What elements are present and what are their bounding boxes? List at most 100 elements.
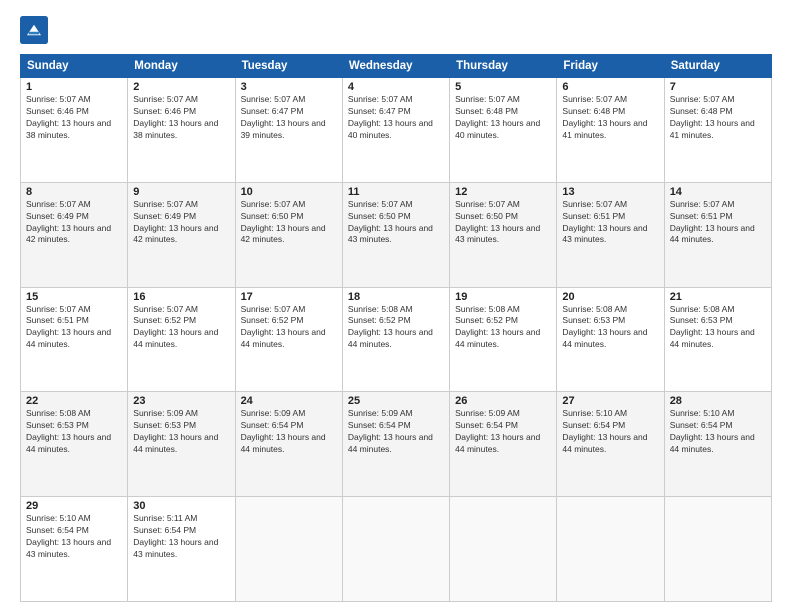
logo-icon <box>20 16 48 44</box>
day-info: Sunrise: 5:09 AMSunset: 6:54 PMDaylight:… <box>348 408 444 456</box>
day-info: Sunrise: 5:11 AMSunset: 6:54 PMDaylight:… <box>133 513 229 561</box>
day-number: 10 <box>241 186 337 198</box>
calendar-cell <box>235 497 342 602</box>
page: SundayMondayTuesdayWednesdayThursdayFrid… <box>0 0 792 612</box>
day-info: Sunrise: 5:07 AMSunset: 6:50 PMDaylight:… <box>348 199 444 247</box>
calendar-cell: 24Sunrise: 5:09 AMSunset: 6:54 PMDayligh… <box>235 392 342 497</box>
day-info: Sunrise: 5:07 AMSunset: 6:46 PMDaylight:… <box>26 94 122 142</box>
calendar-cell: 10Sunrise: 5:07 AMSunset: 6:50 PMDayligh… <box>235 182 342 287</box>
calendar-cell: 6Sunrise: 5:07 AMSunset: 6:48 PMDaylight… <box>557 78 664 183</box>
calendar-cell: 17Sunrise: 5:07 AMSunset: 6:52 PMDayligh… <box>235 287 342 392</box>
day-info: Sunrise: 5:10 AMSunset: 6:54 PMDaylight:… <box>26 513 122 561</box>
weekday-thursday: Thursday <box>450 55 557 78</box>
calendar-cell: 15Sunrise: 5:07 AMSunset: 6:51 PMDayligh… <box>21 287 128 392</box>
day-info: Sunrise: 5:07 AMSunset: 6:51 PMDaylight:… <box>26 304 122 352</box>
calendar-cell: 16Sunrise: 5:07 AMSunset: 6:52 PMDayligh… <box>128 287 235 392</box>
day-info: Sunrise: 5:07 AMSunset: 6:51 PMDaylight:… <box>670 199 766 247</box>
day-number: 25 <box>348 395 444 407</box>
header <box>20 16 772 44</box>
calendar-header: SundayMondayTuesdayWednesdayThursdayFrid… <box>21 55 772 78</box>
day-number: 17 <box>241 291 337 303</box>
day-info: Sunrise: 5:08 AMSunset: 6:53 PMDaylight:… <box>670 304 766 352</box>
weekday-monday: Monday <box>128 55 235 78</box>
day-number: 28 <box>670 395 766 407</box>
week-row-3: 22Sunrise: 5:08 AMSunset: 6:53 PMDayligh… <box>21 392 772 497</box>
calendar-cell: 9Sunrise: 5:07 AMSunset: 6:49 PMDaylight… <box>128 182 235 287</box>
logo <box>20 16 52 44</box>
weekday-header-row: SundayMondayTuesdayWednesdayThursdayFrid… <box>21 55 772 78</box>
weekday-saturday: Saturday <box>664 55 771 78</box>
calendar-cell: 18Sunrise: 5:08 AMSunset: 6:52 PMDayligh… <box>342 287 449 392</box>
day-info: Sunrise: 5:07 AMSunset: 6:48 PMDaylight:… <box>562 94 658 142</box>
day-number: 15 <box>26 291 122 303</box>
day-number: 26 <box>455 395 551 407</box>
calendar-cell: 22Sunrise: 5:08 AMSunset: 6:53 PMDayligh… <box>21 392 128 497</box>
day-number: 8 <box>26 186 122 198</box>
day-info: Sunrise: 5:07 AMSunset: 6:52 PMDaylight:… <box>133 304 229 352</box>
day-number: 1 <box>26 81 122 93</box>
calendar-cell: 19Sunrise: 5:08 AMSunset: 6:52 PMDayligh… <box>450 287 557 392</box>
day-number: 12 <box>455 186 551 198</box>
calendar-cell <box>664 497 771 602</box>
calendar-cell: 12Sunrise: 5:07 AMSunset: 6:50 PMDayligh… <box>450 182 557 287</box>
calendar-table: SundayMondayTuesdayWednesdayThursdayFrid… <box>20 54 772 602</box>
day-number: 14 <box>670 186 766 198</box>
day-number: 22 <box>26 395 122 407</box>
day-info: Sunrise: 5:08 AMSunset: 6:52 PMDaylight:… <box>348 304 444 352</box>
weekday-tuesday: Tuesday <box>235 55 342 78</box>
day-info: Sunrise: 5:08 AMSunset: 6:53 PMDaylight:… <box>26 408 122 456</box>
calendar-cell: 21Sunrise: 5:08 AMSunset: 6:53 PMDayligh… <box>664 287 771 392</box>
day-info: Sunrise: 5:07 AMSunset: 6:48 PMDaylight:… <box>670 94 766 142</box>
day-info: Sunrise: 5:07 AMSunset: 6:49 PMDaylight:… <box>133 199 229 247</box>
weekday-wednesday: Wednesday <box>342 55 449 78</box>
day-info: Sunrise: 5:07 AMSunset: 6:47 PMDaylight:… <box>348 94 444 142</box>
calendar-cell: 3Sunrise: 5:07 AMSunset: 6:47 PMDaylight… <box>235 78 342 183</box>
calendar-cell <box>342 497 449 602</box>
day-number: 3 <box>241 81 337 93</box>
day-number: 24 <box>241 395 337 407</box>
day-number: 4 <box>348 81 444 93</box>
calendar-cell: 20Sunrise: 5:08 AMSunset: 6:53 PMDayligh… <box>557 287 664 392</box>
calendar-cell: 27Sunrise: 5:10 AMSunset: 6:54 PMDayligh… <box>557 392 664 497</box>
day-info: Sunrise: 5:07 AMSunset: 6:46 PMDaylight:… <box>133 94 229 142</box>
calendar-cell: 28Sunrise: 5:10 AMSunset: 6:54 PMDayligh… <box>664 392 771 497</box>
day-number: 9 <box>133 186 229 198</box>
calendar-cell <box>557 497 664 602</box>
day-info: Sunrise: 5:09 AMSunset: 6:53 PMDaylight:… <box>133 408 229 456</box>
day-info: Sunrise: 5:10 AMSunset: 6:54 PMDaylight:… <box>562 408 658 456</box>
calendar-cell: 23Sunrise: 5:09 AMSunset: 6:53 PMDayligh… <box>128 392 235 497</box>
day-number: 27 <box>562 395 658 407</box>
day-number: 16 <box>133 291 229 303</box>
calendar-cell: 7Sunrise: 5:07 AMSunset: 6:48 PMDaylight… <box>664 78 771 183</box>
day-number: 18 <box>348 291 444 303</box>
day-number: 21 <box>670 291 766 303</box>
day-number: 30 <box>133 500 229 512</box>
day-number: 5 <box>455 81 551 93</box>
week-row-1: 8Sunrise: 5:07 AMSunset: 6:49 PMDaylight… <box>21 182 772 287</box>
day-info: Sunrise: 5:07 AMSunset: 6:51 PMDaylight:… <box>562 199 658 247</box>
day-number: 19 <box>455 291 551 303</box>
calendar-body: 1Sunrise: 5:07 AMSunset: 6:46 PMDaylight… <box>21 78 772 602</box>
day-info: Sunrise: 5:09 AMSunset: 6:54 PMDaylight:… <box>241 408 337 456</box>
calendar-cell: 26Sunrise: 5:09 AMSunset: 6:54 PMDayligh… <box>450 392 557 497</box>
week-row-0: 1Sunrise: 5:07 AMSunset: 6:46 PMDaylight… <box>21 78 772 183</box>
day-info: Sunrise: 5:07 AMSunset: 6:47 PMDaylight:… <box>241 94 337 142</box>
calendar-cell: 4Sunrise: 5:07 AMSunset: 6:47 PMDaylight… <box>342 78 449 183</box>
day-number: 11 <box>348 186 444 198</box>
day-info: Sunrise: 5:07 AMSunset: 6:48 PMDaylight:… <box>455 94 551 142</box>
day-info: Sunrise: 5:09 AMSunset: 6:54 PMDaylight:… <box>455 408 551 456</box>
calendar-cell: 29Sunrise: 5:10 AMSunset: 6:54 PMDayligh… <box>21 497 128 602</box>
calendar-cell: 8Sunrise: 5:07 AMSunset: 6:49 PMDaylight… <box>21 182 128 287</box>
day-info: Sunrise: 5:08 AMSunset: 6:53 PMDaylight:… <box>562 304 658 352</box>
calendar-cell: 25Sunrise: 5:09 AMSunset: 6:54 PMDayligh… <box>342 392 449 497</box>
week-row-2: 15Sunrise: 5:07 AMSunset: 6:51 PMDayligh… <box>21 287 772 392</box>
calendar-cell: 11Sunrise: 5:07 AMSunset: 6:50 PMDayligh… <box>342 182 449 287</box>
calendar-cell: 1Sunrise: 5:07 AMSunset: 6:46 PMDaylight… <box>21 78 128 183</box>
calendar-cell <box>450 497 557 602</box>
day-number: 20 <box>562 291 658 303</box>
day-info: Sunrise: 5:07 AMSunset: 6:50 PMDaylight:… <box>241 199 337 247</box>
day-info: Sunrise: 5:07 AMSunset: 6:49 PMDaylight:… <box>26 199 122 247</box>
day-number: 2 <box>133 81 229 93</box>
calendar-cell: 13Sunrise: 5:07 AMSunset: 6:51 PMDayligh… <box>557 182 664 287</box>
day-number: 13 <box>562 186 658 198</box>
